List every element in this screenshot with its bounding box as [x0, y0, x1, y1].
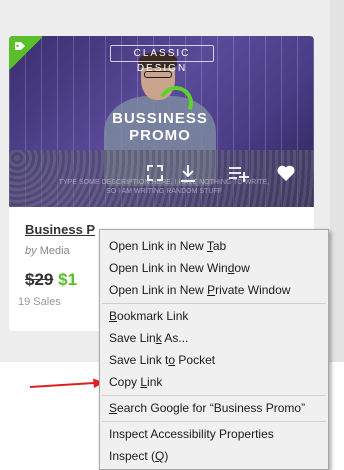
menu-item-open-private-window[interactable]: Open Link in New Private Window: [109, 280, 290, 300]
menu-item-open-new-window[interactable]: Open Link in New Window: [109, 258, 250, 278]
menu-text: Open Link in New: [109, 283, 208, 297]
menu-separator: [102, 421, 326, 422]
menu-item-save-to-pocket[interactable]: Save Link to Pocket: [109, 350, 215, 370]
menu-accesskey: B: [109, 309, 118, 323]
menu-text: Open Link in New Win: [109, 261, 228, 275]
menu-text: Save Link t: [109, 353, 169, 367]
menu-item-bookmark-link[interactable]: Bookmark Link: [109, 306, 188, 326]
red-arrow: [30, 378, 104, 388]
fullscreen-icon[interactable]: [144, 162, 166, 184]
menu-item-open-new-tab[interactable]: Open Link in New Tab: [109, 236, 226, 256]
menu-text: Inspect Accessibility Properties: [109, 427, 274, 441]
menu-item-copy-link[interactable]: Copy Link: [109, 372, 162, 392]
context-menu: Open Link in New Tab Open Link in New Wi…: [99, 229, 329, 470]
menu-separator: [102, 395, 326, 396]
page-scrollbar-area: [330, 0, 344, 362]
menu-separator: [102, 303, 326, 304]
original-price: $29: [25, 270, 54, 289]
fine-print-line-2: SO I AM WRITING RANDOM STUFF: [106, 188, 222, 195]
thumbnail-badge: CLASSIC DESIGN: [110, 45, 214, 74]
download-icon[interactable]: [177, 162, 199, 184]
menu-text: Inspect (: [109, 449, 156, 463]
menu-accesskey: Q: [155, 449, 165, 463]
menu-text: Save Lin: [109, 331, 156, 345]
menu-text: ab: [212, 239, 227, 253]
tag-icon: [15, 42, 25, 50]
author-line: by Media: [25, 245, 70, 257]
menu-text: Pocket: [175, 353, 216, 367]
sale-price: $1: [58, 270, 78, 289]
menu-text: ): [164, 449, 169, 463]
top-strip: [0, 0, 344, 30]
playlist-add-icon[interactable]: [227, 162, 249, 184]
menu-text: Copy: [109, 375, 141, 389]
menu-item-inspect[interactable]: Inspect (Q): [109, 446, 168, 466]
sales-count: 19 Sales: [18, 296, 61, 308]
author-by-label: by: [25, 245, 37, 257]
thumbnail-promo-title: BUSSINESS PROMO: [112, 110, 208, 144]
author-link[interactable]: Media: [40, 245, 70, 257]
menu-item-search-google[interactable]: Search Google for “Business Promo”: [109, 398, 305, 418]
menu-item-inspect-accessibility[interactable]: Inspect Accessibility Properties: [109, 424, 274, 444]
menu-text: As...: [161, 331, 189, 345]
menu-text: ookmark Link: [117, 309, 189, 323]
product-title-link[interactable]: Business P: [25, 222, 95, 237]
price-line: $29 $1: [25, 270, 77, 290]
menu-text: ow: [234, 261, 250, 275]
menu-accesskey: P: [207, 283, 216, 297]
menu-accesskey: S: [109, 401, 118, 415]
menu-item-save-link-as[interactable]: Save Link As...: [109, 328, 188, 348]
heart-icon[interactable]: [275, 162, 297, 184]
menu-text: ink: [147, 375, 163, 389]
product-thumbnail[interactable]: CLASSIC DESIGN BUSSINESS PROMO TYPE SOME…: [9, 36, 314, 207]
menu-text: rivate Window: [215, 283, 291, 297]
menu-text: earch Google for “Business Promo”: [117, 401, 306, 415]
menu-text: Open Link in New: [109, 239, 207, 253]
